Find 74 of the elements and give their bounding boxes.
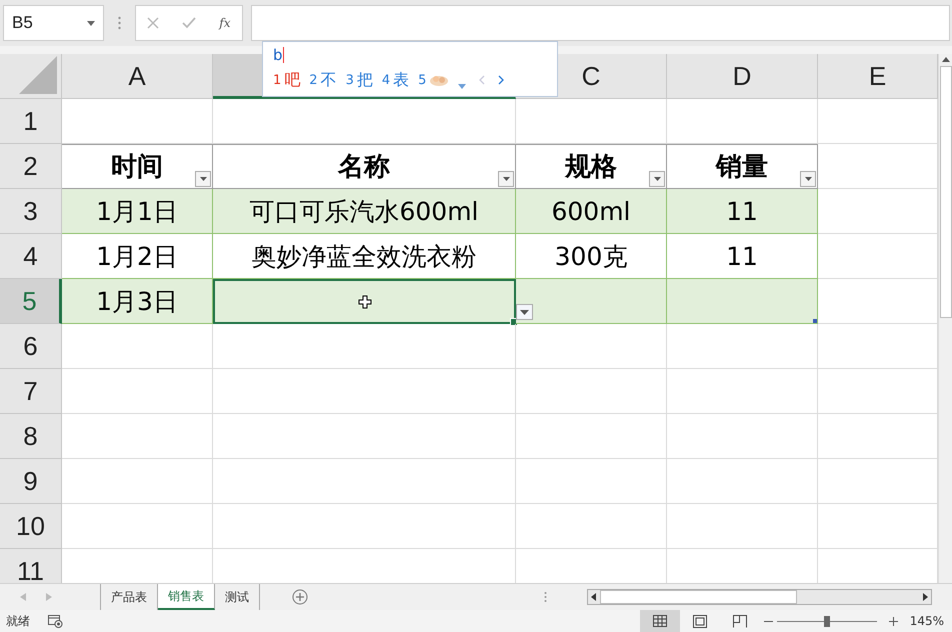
table-cell: 11	[667, 234, 818, 279]
expand-icon[interactable]	[458, 84, 466, 88]
candidate-item[interactable]: 4 表	[382, 70, 410, 90]
checkmark-icon	[182, 17, 196, 29]
table-cell: 奥妙净蓝全效洗衣粉	[213, 234, 516, 279]
row-header[interactable]: 6	[0, 324, 62, 369]
row-header[interactable]: 5	[0, 279, 62, 324]
zoom-in-icon[interactable]	[888, 616, 898, 626]
grip-icon	[544, 591, 547, 603]
candidate-item[interactable]: 3 把	[346, 70, 373, 90]
heading-text: 规格	[565, 151, 617, 184]
table-cell: 1月1日	[62, 189, 213, 234]
horizontal-scrollbar[interactable]	[587, 589, 932, 605]
next-page-icon[interactable]	[498, 75, 504, 85]
name-box[interactable]: B5	[3, 5, 104, 41]
status-text: 就绪	[6, 612, 30, 630]
corner-triangle-icon	[19, 56, 57, 94]
candidate-item[interactable]: 2 不	[309, 70, 337, 90]
column-header[interactable]: A	[62, 54, 213, 99]
page-break-icon	[732, 614, 747, 628]
page-icon	[692, 614, 707, 628]
table-cell: 1月2日	[62, 234, 213, 279]
cross-cursor-icon	[358, 295, 371, 308]
emoji-sticker-icon	[429, 73, 450, 87]
row-header[interactable]: 2	[0, 144, 62, 189]
candidate-item[interactable]: 5	[418, 72, 450, 88]
heading-text: 名称	[338, 151, 390, 184]
filter-button[interactable]	[649, 171, 665, 187]
grip-icon	[118, 16, 121, 30]
filter-button[interactable]	[195, 171, 211, 187]
zoom-level[interactable]: 145%	[910, 614, 944, 628]
scroll-up-icon	[942, 57, 950, 62]
filter-button[interactable]	[800, 171, 816, 187]
dropdown-icon	[654, 177, 660, 181]
table-cell: 600ml	[516, 189, 667, 234]
dropdown-icon	[87, 20, 95, 26]
row-header[interactable]: 8	[0, 414, 62, 459]
column-header[interactable]: E	[818, 54, 938, 99]
vertical-scrollbar[interactable]	[938, 54, 952, 583]
row-header[interactable]: 3	[0, 189, 62, 234]
dropdown-icon	[520, 310, 529, 314]
heading-text: 时间	[111, 151, 163, 184]
row-header[interactable]: 1	[0, 99, 62, 144]
table-cell: 11	[667, 189, 818, 234]
candidate-item[interactable]: 1 吧	[273, 70, 300, 90]
formula-field[interactable]	[251, 5, 950, 41]
pinyin-text: b	[273, 46, 283, 64]
table-cell: 可口可乐汽水600ml	[213, 189, 516, 234]
scroll-left-icon	[591, 593, 596, 601]
add-sheet-button[interactable]	[292, 589, 308, 605]
dropdown-icon	[200, 177, 206, 181]
scroll-right-icon	[923, 593, 928, 601]
table-cell: 300克	[516, 234, 667, 279]
slider-thumb[interactable]	[824, 616, 830, 626]
dropdown-button[interactable]	[516, 304, 533, 320]
row-header[interactable]: 4	[0, 234, 62, 279]
macro-record-icon[interactable]	[48, 614, 63, 628]
dropdown-icon	[804, 177, 812, 181]
grid-icon	[652, 615, 667, 627]
dropdown-icon	[502, 177, 510, 181]
row-header[interactable]: 10	[0, 504, 62, 549]
row-header[interactable]: 11	[0, 549, 62, 583]
heading-text: 销量	[716, 151, 768, 184]
row-header[interactable]: 9	[0, 459, 62, 504]
plus-icon	[292, 589, 308, 605]
table-cell: 1月3日	[62, 279, 213, 324]
normal-view-button[interactable]	[640, 610, 680, 632]
close-icon	[147, 17, 160, 29]
insert-function-button[interactable]: fx	[216, 13, 234, 33]
sheet-tab[interactable]: 销售表	[158, 584, 215, 610]
filter-button[interactable]	[498, 171, 514, 187]
table-resize-handle[interactable]	[813, 319, 817, 323]
row-header[interactable]: 7	[0, 369, 62, 414]
column-header[interactable]: D	[667, 54, 818, 99]
